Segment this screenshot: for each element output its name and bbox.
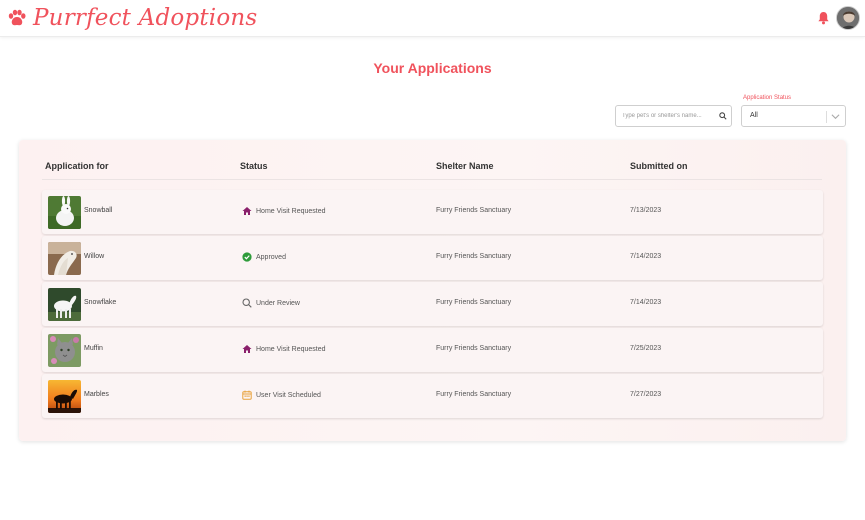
- search-box[interactable]: [615, 105, 732, 127]
- status-cell: Under Review: [242, 296, 300, 310]
- status-filter-label: Application Status: [743, 95, 792, 101]
- status-cell: Home Visit Requested: [242, 204, 326, 218]
- pet-name[interactable]: Snowball: [84, 207, 112, 214]
- table-row[interactable]: Muffin Home Visit Requested Furry Friend…: [42, 328, 823, 372]
- pet-photo: [48, 242, 81, 275]
- select-divider: [826, 111, 827, 123]
- home-icon: [242, 207, 252, 215]
- table-row[interactable]: Willow Approved Furry Friends Sanctuary …: [42, 236, 823, 280]
- status-cell: Approved: [242, 250, 286, 264]
- shelter-name: Furry Friends Sanctuary: [436, 345, 512, 352]
- shelter-name: Furry Friends Sanctuary: [436, 391, 512, 398]
- submitted-date: 7/13/2023: [630, 207, 662, 214]
- check-circle-icon: [242, 252, 252, 262]
- calendar-icon: [242, 390, 252, 400]
- submitted-date: 7/25/2023: [630, 345, 662, 352]
- status-filter-select[interactable]: All: [741, 105, 846, 127]
- top-bar: Purrfect Adoptions: [0, 0, 865, 37]
- status-text: Under Review: [256, 299, 300, 307]
- pet-photo: [48, 196, 81, 229]
- avatar-image: [837, 7, 859, 29]
- column-header-submitted-on: Submitted on: [630, 161, 688, 171]
- paw-icon: [8, 9, 26, 26]
- pet-photo: [48, 288, 81, 321]
- status-text: Home Visit Requested: [256, 345, 326, 353]
- column-header-status: Status: [240, 161, 268, 171]
- app-logo[interactable]: Purrfect Adoptions: [7, 5, 257, 31]
- search-input[interactable]: [616, 106, 716, 126]
- magnifier-icon: [242, 298, 252, 308]
- shelter-name: Furry Friends Sanctuary: [436, 299, 512, 306]
- submitted-date: 7/14/2023: [630, 299, 662, 306]
- status-filter-value: All: [750, 112, 758, 119]
- pet-name[interactable]: Marbles: [84, 391, 109, 398]
- app-name: Purrfect Adoptions: [33, 5, 258, 31]
- submitted-date: 7/27/2023: [630, 391, 662, 398]
- page-title: Your Applications: [373, 60, 492, 76]
- submitted-date: 7/14/2023: [630, 253, 662, 260]
- pet-photo: [48, 334, 81, 367]
- status-text: User Visit Scheduled: [256, 391, 321, 399]
- pet-photo: [48, 380, 81, 413]
- shelter-name: Furry Friends Sanctuary: [436, 253, 512, 260]
- user-avatar[interactable]: [836, 6, 860, 30]
- home-icon: [242, 345, 252, 353]
- applications-panel: Application for Status Shelter Name Subm…: [19, 140, 846, 441]
- pet-name[interactable]: Snowflake: [84, 299, 116, 306]
- column-header-application-for: Application for: [45, 161, 109, 171]
- table-header: Application for Status Shelter Name Subm…: [19, 140, 846, 180]
- status-cell: User Visit Scheduled: [242, 388, 321, 402]
- column-header-shelter-name: Shelter Name: [436, 161, 494, 171]
- status-text: Approved: [256, 253, 286, 261]
- chevron-down-icon[interactable]: [831, 113, 840, 120]
- table-row[interactable]: Snowball Home Visit Requested Furry Frie…: [42, 190, 823, 234]
- header-divider: [42, 179, 822, 180]
- pet-name[interactable]: Muffin: [84, 345, 103, 352]
- search-icon[interactable]: [719, 112, 727, 120]
- bell-icon[interactable]: [817, 11, 830, 25]
- table-row[interactable]: Marbles User Visit Scheduled Furry Frien…: [42, 374, 823, 418]
- pet-name[interactable]: Willow: [84, 253, 104, 260]
- status-text: Home Visit Requested: [256, 207, 326, 215]
- shelter-name: Furry Friends Sanctuary: [436, 207, 512, 214]
- status-cell: Home Visit Requested: [242, 342, 326, 356]
- table-row[interactable]: Snowflake Under Review Furry Friends San…: [42, 282, 823, 326]
